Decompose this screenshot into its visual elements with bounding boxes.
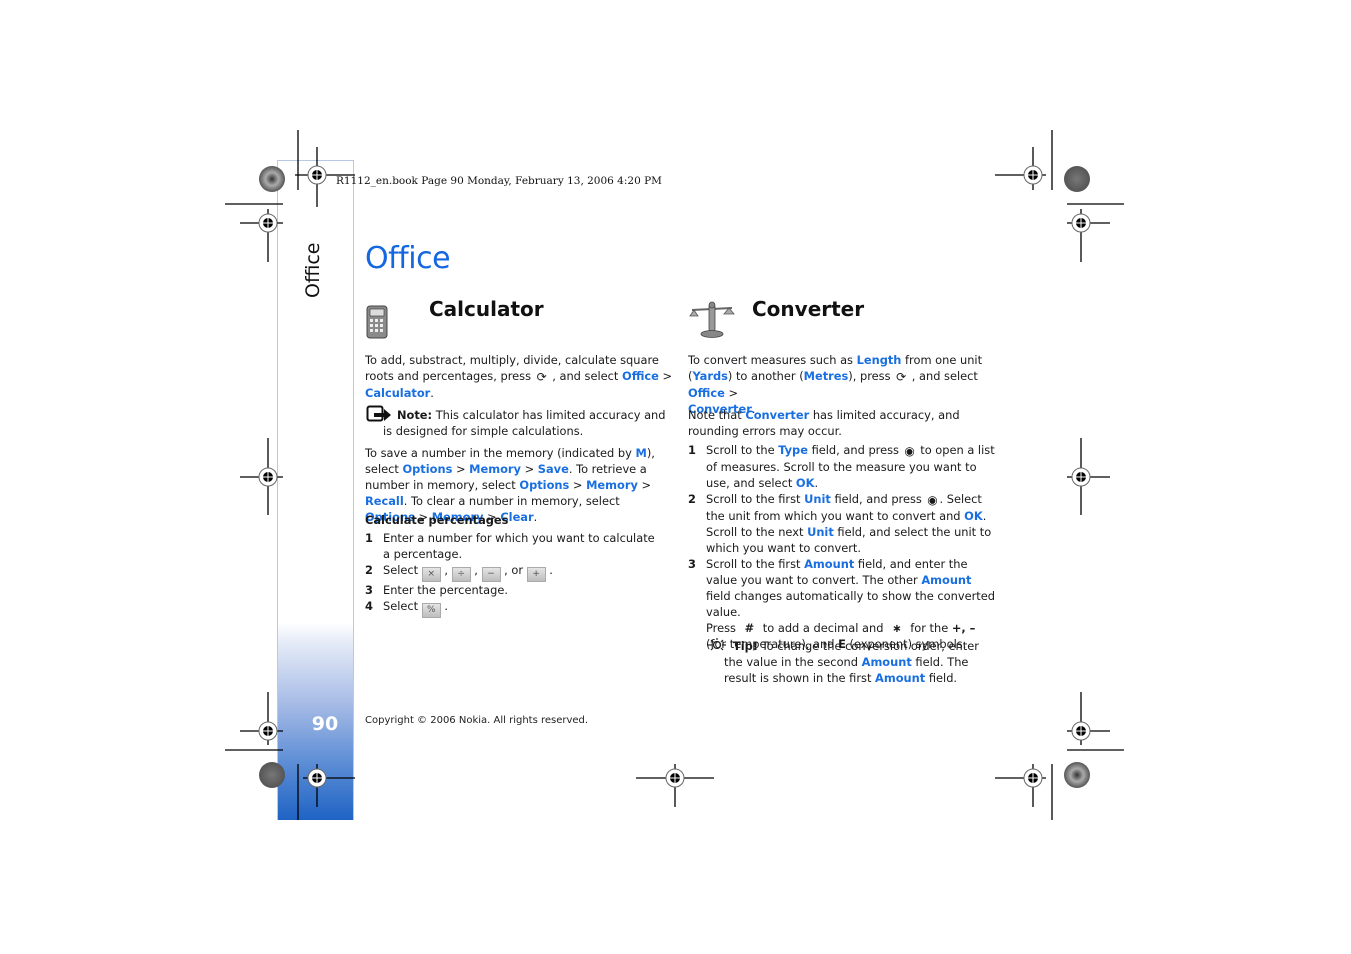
registration-marks: [225, 130, 1124, 820]
